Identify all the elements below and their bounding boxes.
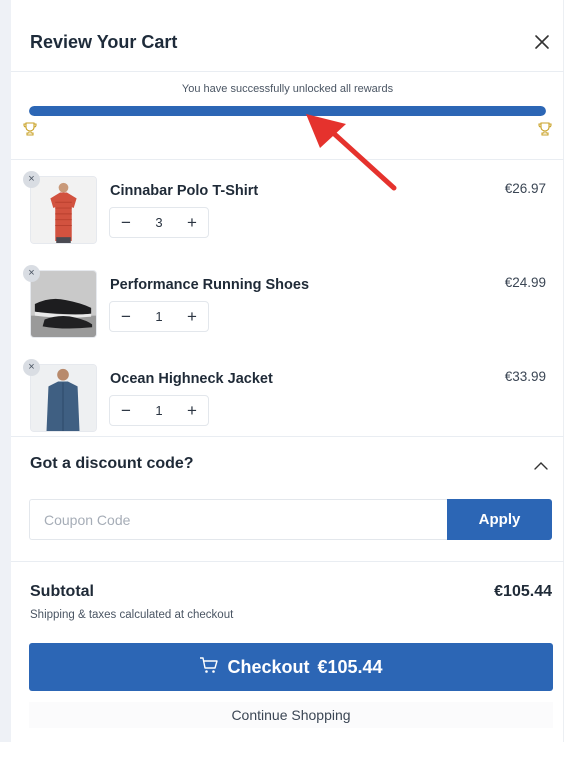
remove-item-button[interactable]: × (23, 265, 40, 282)
item-name: Cinnabar Polo T-Shirt (110, 183, 259, 199)
discount-section: Got a discount code? Apply (11, 436, 564, 562)
continue-shopping-link[interactable]: Continue Shopping (29, 702, 553, 728)
item-price: €26.97 (504, 181, 546, 196)
decrease-quantity-button[interactable]: − (110, 302, 142, 331)
trophy-icon (538, 122, 552, 136)
product-image (30, 364, 97, 432)
trophy-icon (23, 122, 37, 136)
subtotal-label: Subtotal (30, 583, 94, 600)
left-edge-strip (0, 0, 11, 742)
chevron-up-icon[interactable] (532, 457, 550, 475)
quantity-value: 1 (155, 309, 163, 324)
item-name: Ocean Highneck Jacket (110, 371, 273, 387)
product-image (30, 176, 97, 244)
checkout-amount: €105.44 (317, 656, 383, 677)
discount-title: Got a discount code? (30, 455, 194, 472)
quantity-value: 3 (155, 215, 163, 230)
increase-quantity-button[interactable]: + (176, 208, 208, 237)
subtotal-value: €105.44 (494, 583, 552, 600)
rewards-section: You have successfully unlocked all rewar… (11, 72, 564, 160)
item-price: €24.99 (504, 275, 546, 290)
decrease-quantity-button[interactable]: − (110, 208, 142, 237)
quantity-stepper: − 1 + (109, 395, 209, 426)
annotation-arrow (306, 114, 397, 191)
quantity-stepper: − 3 + (109, 207, 209, 238)
quantity-stepper: − 1 + (109, 301, 209, 332)
cart-drawer: Review Your Cart You have successfully u… (11, 0, 564, 742)
item-name: Performance Running Shoes (110, 277, 310, 293)
cart-icon (199, 655, 227, 680)
rewards-progress-fill (29, 106, 546, 116)
rewards-progress-bar (29, 106, 546, 116)
close-icon[interactable] (530, 30, 554, 54)
cart-title: Review Your Cart (30, 32, 178, 52)
quantity-value: 1 (155, 403, 163, 418)
cart-item: × Performance Running Shoes €24.99 − 1 + (11, 254, 564, 338)
shipping-note: Shipping & taxes calculated at checkout (30, 609, 234, 621)
remove-item-button[interactable]: × (23, 359, 40, 376)
decrease-quantity-button[interactable]: − (110, 396, 142, 425)
cart-header: Review Your Cart (11, 0, 564, 72)
coupon-code-input[interactable] (29, 499, 447, 540)
cart-items-list: × Cinnabar Polo T-Shirt €26.97 − 3 + × P… (11, 160, 564, 436)
increase-quantity-button[interactable]: + (176, 396, 208, 425)
checkout-button[interactable]: Checkout €105.44 (29, 643, 553, 691)
checkout-label: Checkout (227, 656, 310, 677)
cart-item: × Ocean Highneck Jacket €33.99 − 1 + (11, 348, 564, 432)
cart-item: × Cinnabar Polo T-Shirt €26.97 − 3 + (11, 160, 564, 244)
product-image (30, 270, 97, 338)
apply-coupon-button[interactable]: Apply (447, 499, 552, 540)
rewards-message: You have successfully unlocked all rewar… (181, 83, 394, 95)
increase-quantity-button[interactable]: + (176, 302, 208, 331)
remove-item-button[interactable]: × (23, 171, 40, 188)
item-price: €33.99 (504, 369, 546, 384)
